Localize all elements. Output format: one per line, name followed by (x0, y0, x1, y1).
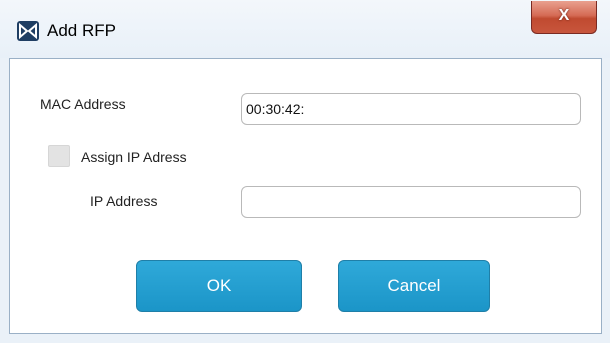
assign-ip-checkbox[interactable] (48, 145, 70, 167)
mac-address-input[interactable] (241, 93, 581, 125)
ip-address-label: IP Address (90, 193, 158, 209)
dialog-body: MAC Address Assign IP Adress IP Address … (9, 58, 602, 334)
add-rfp-dialog: Add RFP X MAC Address Assign IP Adress I… (0, 0, 610, 343)
ok-button[interactable]: OK (136, 260, 302, 312)
assign-ip-label[interactable]: Assign IP Adress (81, 148, 187, 166)
close-button[interactable]: X (531, 1, 597, 34)
dect-logo-icon (17, 21, 39, 41)
close-icon: X (558, 7, 570, 24)
window-title: Add RFP (47, 21, 116, 40)
cancel-button[interactable]: Cancel (338, 260, 490, 312)
mac-address-label: MAC Address (40, 96, 126, 112)
title-bar[interactable]: Add RFP X (0, 0, 610, 58)
ip-address-input[interactable] (241, 186, 581, 218)
